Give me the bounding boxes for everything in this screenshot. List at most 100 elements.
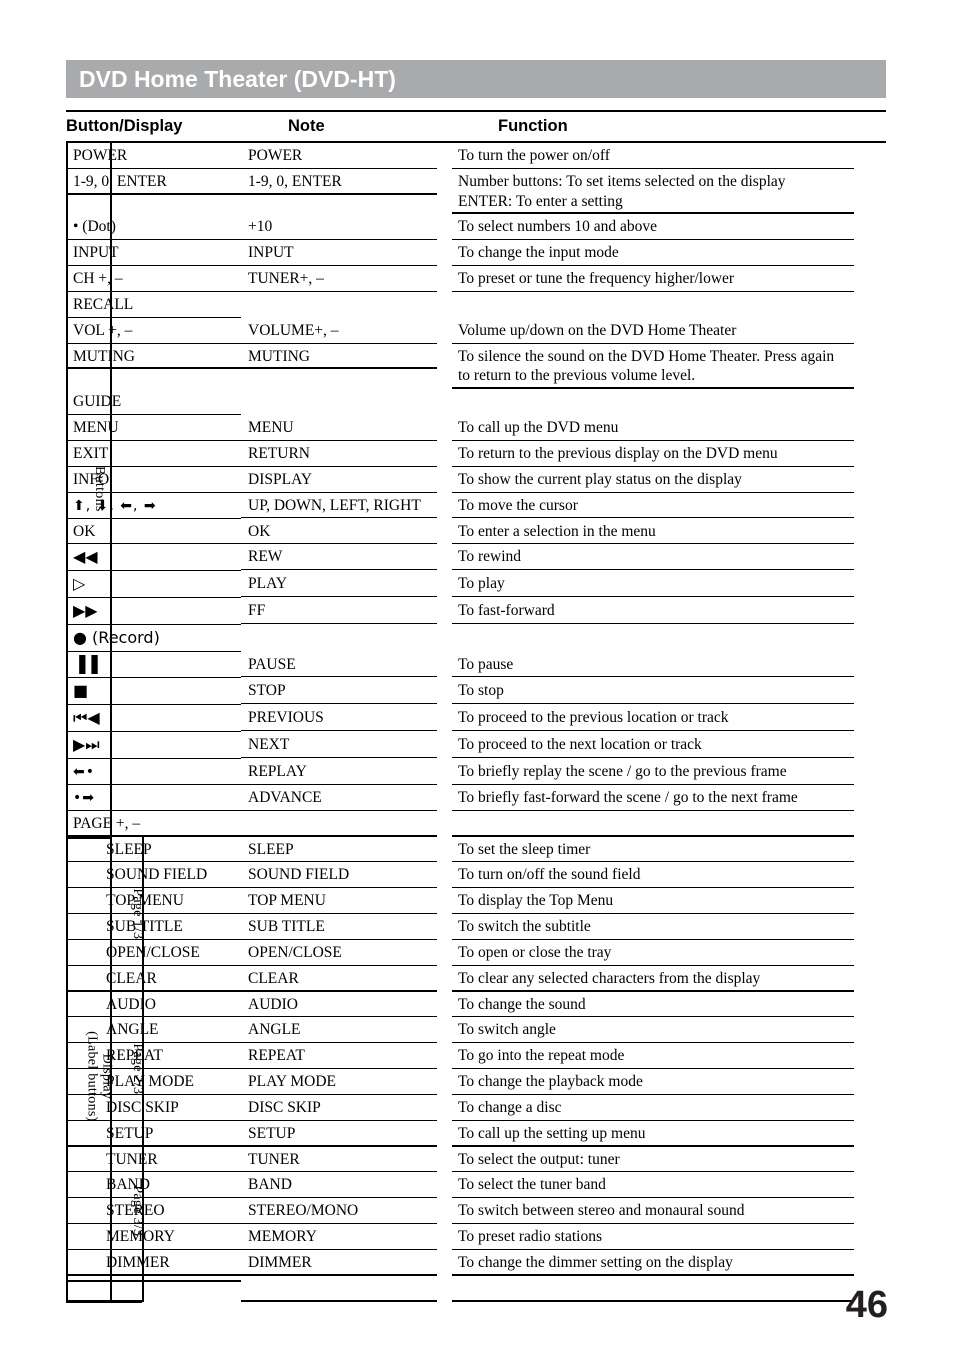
- cell-button-display: SLEEP: [66, 837, 241, 863]
- playback-symbol-pause: ▐▐: [73, 654, 98, 674]
- cell-note: [241, 292, 451, 318]
- table-row: ● (Record): [66, 625, 886, 652]
- table-row: STEREO STEREO/MONO To switch between stere…: [66, 1198, 886, 1224]
- cell-function: [451, 292, 854, 318]
- cell-note: OK: [241, 519, 451, 545]
- cell-note: MUTING: [241, 344, 451, 370]
- cell-note: SLEEP: [241, 837, 451, 863]
- cell-note: SETUP: [241, 1121, 451, 1147]
- cell-function: To stop: [451, 678, 854, 705]
- cell-function: To change the playback mode: [451, 1069, 854, 1095]
- table-row: EXIT RETURN To return to the previous disp…: [66, 441, 886, 467]
- table-row: ⬅• REPLAY To briefly replay the scene / go…: [66, 759, 886, 785]
- cell-note: VOLUME+, –: [241, 318, 451, 344]
- cell-function: To enter a selection in the menu: [451, 519, 854, 545]
- table-row: SLEEP SLEEP To set the sleep timer: [66, 837, 886, 863]
- cell-function: To call up the DVD menu: [451, 415, 854, 441]
- cell-note: NEXT: [241, 732, 451, 758]
- cell-note: AUDIO: [241, 992, 451, 1018]
- table-row: MEMORY MEMORY To preset radio stations: [66, 1224, 886, 1250]
- playback-symbol-ff: ▶▶: [73, 600, 98, 620]
- cell-note: [241, 811, 451, 837]
- cell-function: To play: [451, 571, 854, 597]
- cell-function: To change the dimmer setting on the disp…: [451, 1250, 854, 1276]
- cell-button-display: MUTING: [66, 344, 241, 370]
- table-row: INFO DISPLAY To show the current play stat…: [66, 467, 886, 493]
- table-section-divider: [66, 836, 110, 839]
- table-row: DIMMER DIMMER To change the dimmer setting…: [66, 1250, 886, 1276]
- cell-note: PREVIOUS: [241, 705, 451, 731]
- cell-note: BAND: [241, 1172, 451, 1199]
- table-row: ANGLE ANGLE To switch angle: [66, 1017, 886, 1044]
- table-column-headers: Button/Display Note Function: [66, 110, 886, 143]
- cell-note: TUNER: [241, 1147, 451, 1173]
- cell-button-display: [66, 1276, 241, 1282]
- cell-function: To fast-forward: [451, 598, 854, 624]
- cell-function: To return to the previous display on the…: [451, 441, 854, 467]
- table-row: DISC SKIP DISC SKIP To change a disc: [66, 1095, 886, 1121]
- section-title: DVD Home Theater (DVD-HT): [79, 65, 396, 92]
- cell-function: To move the cursor: [451, 493, 854, 519]
- cell-note: DISC SKIP: [241, 1095, 451, 1121]
- cell-note: PAUSE: [241, 652, 451, 678]
- cell-button-display: PAGE +, –: [66, 811, 241, 837]
- cell-button-display: • (Dot): [66, 214, 241, 241]
- column-header-function: Function: [498, 117, 568, 135]
- table-row: GUIDE: [66, 389, 886, 415]
- cell-note: [241, 1276, 451, 1302]
- table-row: BAND BAND To select the tuner band: [66, 1172, 886, 1199]
- cell-note: PLAY MODE: [241, 1069, 451, 1095]
- side-label-page-3-of-3: Page 3/3: [129, 1184, 145, 1236]
- cell-button-display: GUIDE: [66, 389, 241, 415]
- table-outer-left-rule: [66, 143, 68, 1302]
- cell-function: To switch the subtitle: [451, 914, 854, 940]
- reference-table: Button/Display Note Function POWER POWER T…: [66, 110, 886, 1303]
- cell-function: To proceed to the next location or track: [451, 732, 854, 758]
- table-row: SOUND FIELD SOUND FIELD To turn on/off the…: [66, 862, 886, 889]
- table-row: OPEN/CLOSE OPEN/CLOSE To open or close the…: [66, 940, 886, 966]
- cell-function: To silence the sound on the DVD Home The…: [451, 344, 854, 390]
- cell-function: To preset radio stations: [451, 1224, 854, 1250]
- table-row: ◀◀ REW To rewind: [66, 544, 886, 571]
- table-row: TUNER TUNER To select the output: tuner: [66, 1147, 886, 1173]
- cell-function: To briefly fast-forward the scene / go t…: [451, 785, 854, 811]
- cell-function: To display the Top Menu: [451, 888, 854, 914]
- cell-note: SUB TITLE: [241, 914, 451, 940]
- table-row: ⬆, ⬇, ⬅, ➡ UP, DOWN, LEFT, RIGHT To move t…: [66, 493, 886, 519]
- cell-note: RETURN: [241, 441, 451, 467]
- cell-note: POWER: [241, 143, 451, 169]
- table-row: ▐▐ PAUSE To pause: [66, 652, 886, 679]
- cell-function: [451, 389, 854, 415]
- cell-button-display: OPEN/CLOSE: [66, 940, 241, 966]
- table-row: MENU MENU To call up the DVD menu: [66, 415, 886, 441]
- table-body: POWER POWER To turn the power on/off 1-9, 0…: [66, 143, 886, 1302]
- cell-note: TUNER+, –: [241, 266, 451, 292]
- cell-button-display: SOUND FIELD: [66, 862, 241, 889]
- playback-symbol-rew: ◀◀: [73, 547, 98, 567]
- table-row: INPUT INPUT To change the input mode: [66, 240, 886, 266]
- cell-button-display: 1-9, 0, ENTER: [66, 169, 241, 195]
- cell-note: UP, DOWN, LEFT, RIGHT: [241, 493, 451, 519]
- playback-symbol-play: ▷: [73, 574, 86, 594]
- page-number: 46: [845, 1284, 888, 1326]
- cell-function: [451, 1276, 854, 1302]
- table-row: AUDIO AUDIO To change the sound: [66, 992, 886, 1018]
- cell-note: MENU: [241, 415, 451, 441]
- cell-button-display: ⬅•: [66, 759, 241, 785]
- playback-symbol-record: ● (Record): [73, 627, 160, 647]
- cell-function: To set the sleep timer: [451, 837, 854, 863]
- cell-button-display: TOP MENU: [66, 888, 241, 914]
- table-row: ■ STOP To stop: [66, 678, 886, 706]
- cell-note: FF: [241, 598, 451, 624]
- cell-button-display: MEMORY: [66, 1224, 241, 1250]
- cell-note: REW: [241, 544, 451, 570]
- table-row: MUTING MUTING To silence the sound on the …: [66, 344, 886, 390]
- cell-function: To switch between stereo and monaural so…: [451, 1198, 854, 1224]
- cell-button-display: ▶⏭: [66, 732, 241, 759]
- cell-note: MEMORY: [241, 1224, 451, 1250]
- cell-function: To turn the power on/off: [451, 143, 854, 169]
- table-row: •➡ ADVANCE To briefly fast-forward the sce…: [66, 785, 886, 811]
- cell-note: TOP MENU: [241, 888, 451, 914]
- cell-function: To change the sound: [451, 992, 854, 1018]
- table-row: REPEAT REPEAT To go into the repeat mode: [66, 1043, 886, 1069]
